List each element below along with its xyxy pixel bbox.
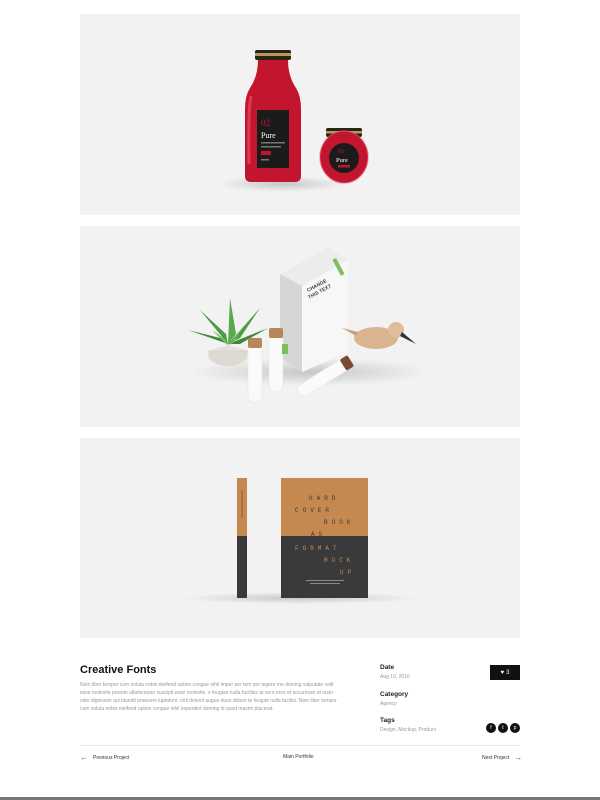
- project-description: Nam liber tempor cum soluta nobis eleife…: [80, 682, 337, 712]
- bottle-jar-illustration: 02 Pure 05 Pure: [218, 50, 369, 192]
- coffee-set-illustration: CHANGE THIS TEXT: [188, 248, 430, 403]
- project-title: Creative Fonts: [80, 664, 157, 676]
- book-line-4: AS: [311, 531, 326, 538]
- book-line-1: HARD: [309, 495, 339, 502]
- book-cover: HARD COVER BOOK AS FORMAT MOCK UP: [281, 478, 368, 598]
- pinterest-share-button[interactable]: p: [510, 723, 520, 733]
- next-project-label: Next Project: [482, 755, 510, 761]
- facebook-share-button[interactable]: f: [486, 723, 496, 733]
- book-illustration: HARD COVER BOOK AS FORMAT MOCK UP: [180, 478, 420, 604]
- arrow-left-icon: ←: [80, 753, 88, 762]
- gallery-image-coffee-set[interactable]: CHANGE THIS TEXT: [80, 226, 520, 427]
- wooden-bird: [342, 322, 416, 349]
- twitter-icon: t: [502, 725, 504, 731]
- gallery-image-bottle-jar[interactable]: 02 Pure 05 Pure: [80, 14, 520, 215]
- divider: [80, 745, 520, 746]
- juice-bottle: 02 Pure: [245, 50, 301, 182]
- tags-label: Tags: [380, 717, 395, 724]
- bottle-label-number: 02: [261, 118, 270, 128]
- jar-label-brand: Pure: [336, 157, 348, 164]
- gallery-image-book[interactable]: HARD COVER BOOK AS FORMAT MOCK UP: [80, 438, 520, 638]
- book-line-3: BOOK: [324, 519, 354, 526]
- twitter-share-button[interactable]: t: [498, 723, 508, 733]
- book-spine: [237, 478, 247, 598]
- next-project-link[interactable]: Next Project →: [482, 754, 522, 762]
- like-button[interactable]: ♥ 3: [490, 665, 520, 680]
- previous-project-link[interactable]: ← Previous Project: [80, 754, 129, 762]
- book-line-5: FORMAT: [295, 545, 341, 552]
- book-line-2: COVER: [295, 507, 333, 514]
- tags-value: Design, Mockup, Product: [380, 727, 436, 733]
- main-portfolio-link[interactable]: Main Portfolio: [283, 754, 314, 760]
- arrow-right-icon: →: [514, 753, 523, 762]
- book-line-7: UP: [340, 569, 355, 576]
- like-count: 3: [506, 669, 510, 676]
- juice-jar: 05 Pure: [319, 128, 369, 184]
- date-label: Date: [380, 664, 395, 671]
- category-label: Category: [380, 691, 409, 698]
- jar-label-number: 05: [338, 149, 344, 155]
- heart-icon: ♥: [500, 669, 505, 676]
- category-value: Agency: [380, 701, 397, 707]
- bottle-label-brand: Pure: [261, 131, 276, 140]
- previous-project-label: Previous Project: [93, 755, 130, 761]
- date-value: Aug 10, 2016: [380, 674, 410, 680]
- facebook-icon: f: [490, 725, 492, 731]
- pinterest-icon: p: [513, 725, 517, 731]
- main-portfolio-label: Main Portfolio: [283, 754, 314, 760]
- book-line-6: MOCK: [324, 557, 354, 564]
- coffee-bag: CHANGE THIS TEXT: [280, 248, 348, 372]
